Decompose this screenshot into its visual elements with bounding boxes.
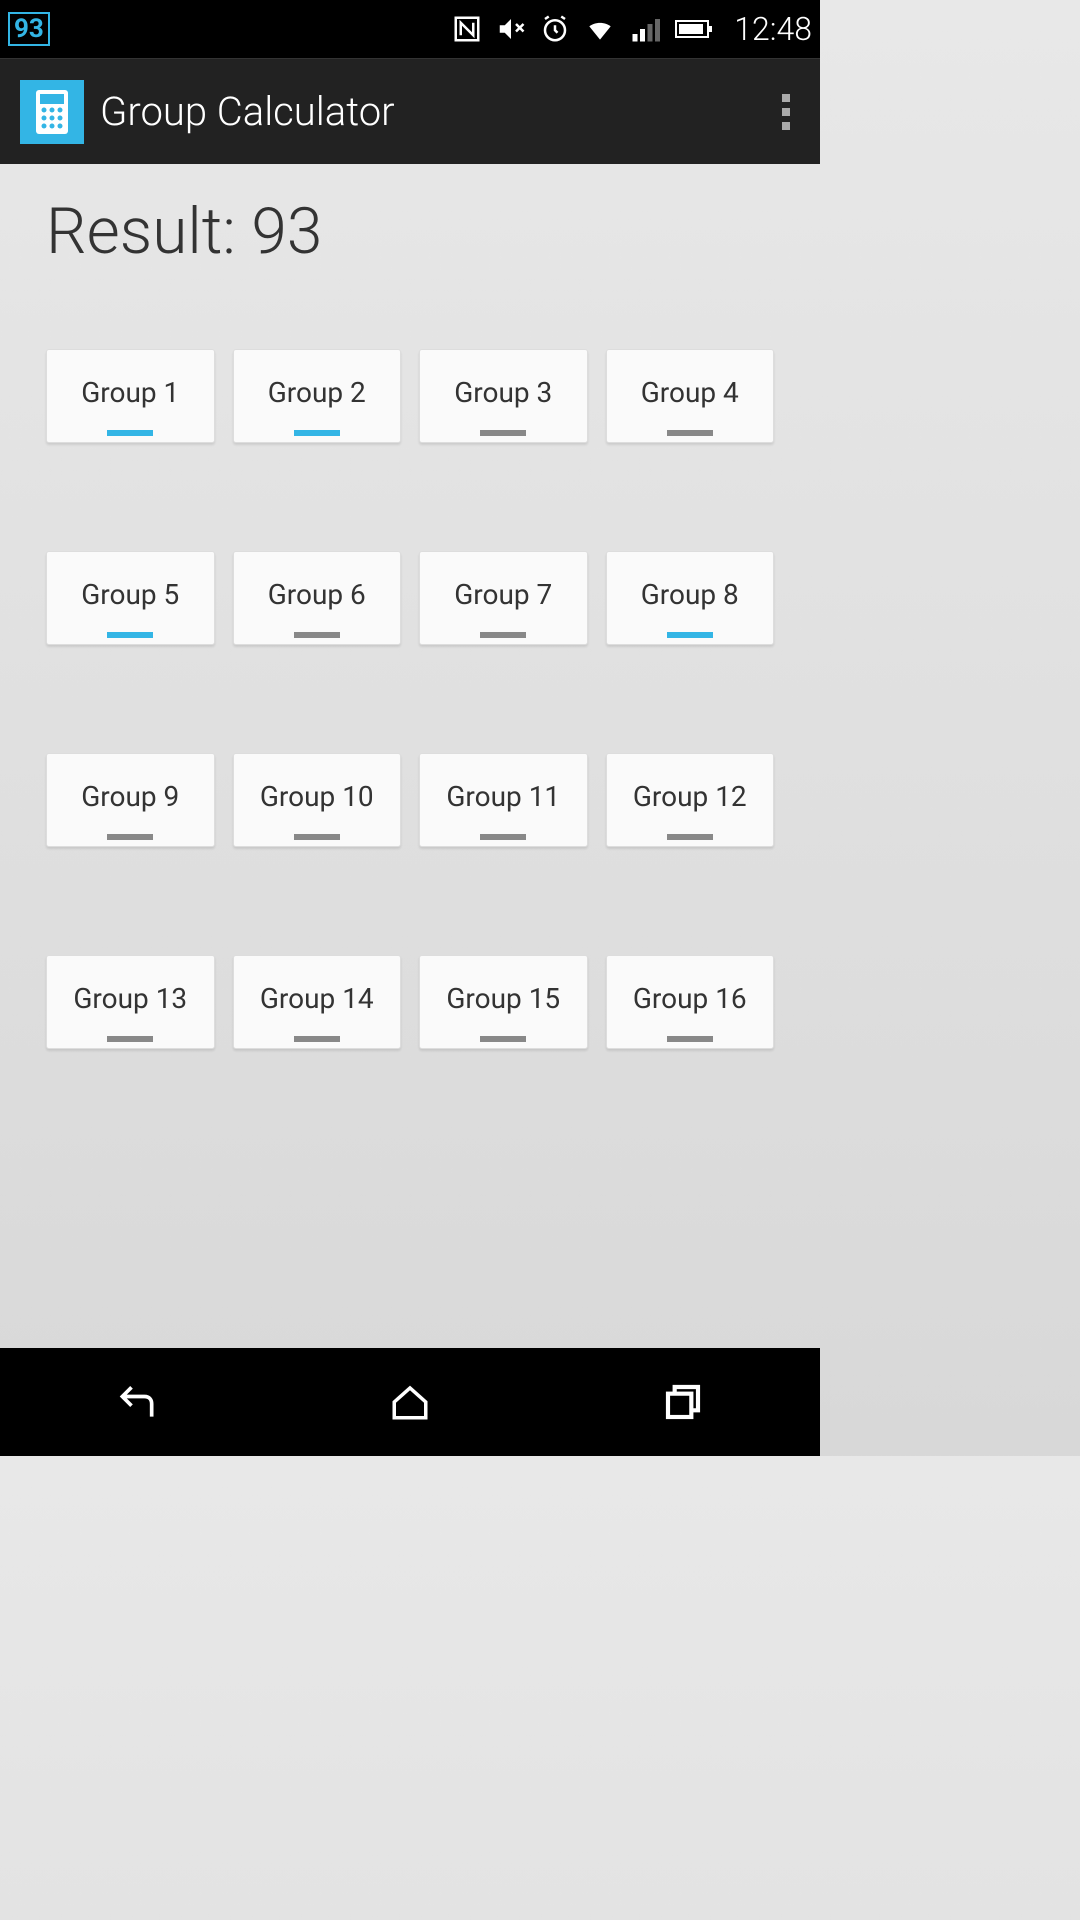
group-indicator: [667, 1036, 713, 1042]
group-label: Group 11: [446, 780, 560, 813]
battery-icon: [674, 17, 714, 41]
nfc-icon: [452, 14, 482, 44]
status-left: 93: [8, 12, 50, 46]
group-card-11[interactable]: Group 11: [419, 753, 588, 847]
group-label: Group 6: [268, 578, 366, 611]
group-card-4[interactable]: Group 4: [606, 349, 775, 443]
alarm-icon: [540, 14, 570, 44]
group-indicator: [667, 430, 713, 436]
group-label: Group 5: [81, 578, 179, 611]
home-button[interactable]: [385, 1377, 435, 1427]
group-indicator: [294, 632, 340, 638]
group-card-7[interactable]: Group 7: [419, 551, 588, 645]
navigation-bar: [0, 1348, 820, 1456]
overflow-menu-button[interactable]: [772, 84, 800, 140]
group-indicator: [480, 632, 526, 638]
group-card-12[interactable]: Group 12: [606, 753, 775, 847]
wifi-icon: [584, 13, 616, 45]
group-label: Group 12: [633, 780, 747, 813]
group-card-16[interactable]: Group 16: [606, 955, 775, 1049]
group-card-15[interactable]: Group 15: [419, 955, 588, 1049]
action-bar: Group Calculator: [0, 58, 820, 164]
group-card-3[interactable]: Group 3: [419, 349, 588, 443]
group-label: Group 3: [454, 376, 552, 409]
notification-badge: 93: [8, 12, 50, 46]
group-card-2[interactable]: Group 2: [233, 349, 402, 443]
group-indicator: [480, 1036, 526, 1042]
app-icon: [20, 80, 84, 144]
result-label: Result: 93: [46, 194, 774, 269]
group-indicator: [107, 632, 153, 638]
group-label: Group 15: [446, 982, 560, 1015]
group-label: Group 8: [641, 578, 739, 611]
group-label: Group 16: [633, 982, 747, 1015]
group-card-1[interactable]: Group 1: [46, 349, 215, 443]
group-indicator: [294, 430, 340, 436]
group-label: Group 4: [641, 376, 739, 409]
signal-icon: [630, 14, 660, 44]
clock: 12:48: [734, 10, 812, 48]
group-indicator: [480, 430, 526, 436]
group-label: Group 13: [73, 982, 187, 1015]
group-label: Group 14: [260, 982, 374, 1015]
status-bar: 93: [0, 0, 820, 58]
group-label: Group 10: [260, 780, 374, 813]
group-indicator: [107, 430, 153, 436]
group-card-8[interactable]: Group 8: [606, 551, 775, 645]
app-title: Group Calculator: [100, 88, 772, 135]
group-indicator: [294, 1036, 340, 1042]
group-indicator: [480, 834, 526, 840]
group-card-9[interactable]: Group 9: [46, 753, 215, 847]
group-card-14[interactable]: Group 14: [233, 955, 402, 1049]
group-label: Group 1: [81, 376, 179, 409]
group-label: Group 7: [454, 578, 552, 611]
group-card-13[interactable]: Group 13: [46, 955, 215, 1049]
group-indicator: [107, 1036, 153, 1042]
group-label: Group 9: [81, 780, 179, 813]
content-area: Result: 93 Group 1Group 2Group 3Group 4G…: [0, 164, 820, 1079]
mute-icon: [496, 14, 526, 44]
groups-grid: Group 1 Group 2 Group 3 Group 4 Group 5 Group…: [46, 349, 774, 1049]
group-indicator: [107, 834, 153, 840]
group-indicator: [294, 834, 340, 840]
group-card-10[interactable]: Group 10: [233, 753, 402, 847]
group-card-6[interactable]: Group 6: [233, 551, 402, 645]
group-indicator: [667, 834, 713, 840]
back-button[interactable]: [112, 1377, 162, 1427]
recent-apps-button[interactable]: [658, 1377, 708, 1427]
group-label: Group 2: [268, 376, 366, 409]
status-right: 12:48: [452, 10, 812, 48]
group-indicator: [667, 632, 713, 638]
group-card-5[interactable]: Group 5: [46, 551, 215, 645]
